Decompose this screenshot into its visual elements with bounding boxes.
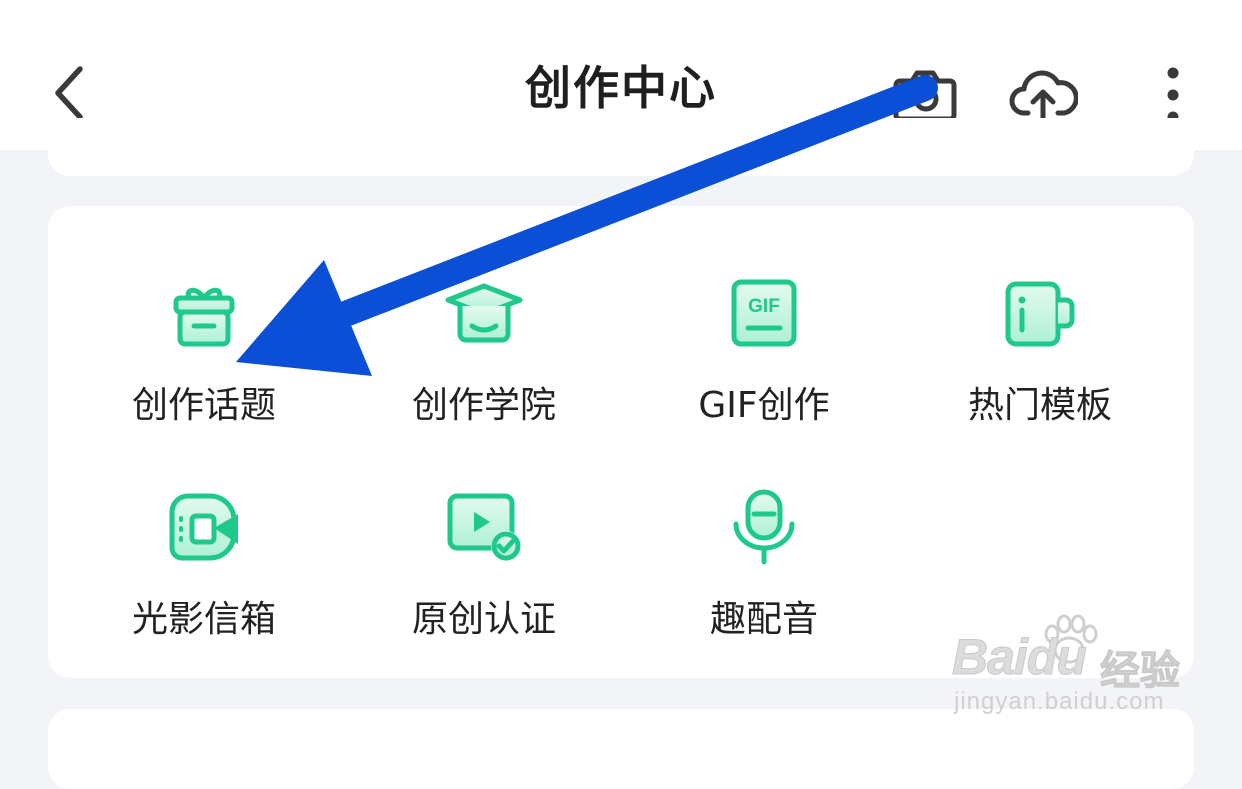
grid-item-light-mailbox[interactable]: 光影信箱 bbox=[84, 488, 324, 678]
baidu-watermark: Baidu 经验 jingyan.baidu.com bbox=[952, 612, 1192, 722]
gif-icon-text: GIF bbox=[748, 296, 780, 317]
grid-item-creation-academy[interactable]: 创作学院 bbox=[364, 274, 604, 464]
video-camera-icon bbox=[169, 493, 238, 561]
microphone-icon bbox=[733, 489, 795, 565]
mug-icon bbox=[1005, 281, 1075, 347]
grid-item-hot-templates[interactable]: 热门模板 bbox=[920, 274, 1160, 464]
grid-item-gif-creation[interactable]: GIF GIF创作 bbox=[644, 274, 884, 464]
grid-item-label: 创作话题 bbox=[131, 385, 276, 426]
upload-cloud-icon bbox=[1009, 70, 1078, 124]
grid-item-label: 热门模板 bbox=[967, 385, 1112, 426]
grid-item-label: GIF创作 bbox=[698, 385, 830, 426]
grid-item-creation-topic[interactable]: 创作话题 bbox=[84, 274, 324, 464]
top-card-remnant bbox=[48, 118, 1194, 176]
more-vertical-icon bbox=[1167, 67, 1179, 123]
grid-item-label: 光影信箱 bbox=[131, 599, 276, 640]
gift-box-icon bbox=[173, 287, 235, 347]
grid-item-fun-dubbing[interactable]: 趣配音 bbox=[644, 488, 884, 678]
grid-item-label: 创作学院 bbox=[411, 385, 556, 426]
watermark-brand: Baidu bbox=[952, 629, 1088, 686]
grid-item-label: 趣配音 bbox=[709, 599, 818, 640]
graduation-cap-icon bbox=[445, 283, 523, 343]
grid-item-original-certification[interactable]: 原创认证 bbox=[364, 488, 604, 678]
back-icon bbox=[55, 66, 83, 120]
video-verified-icon bbox=[447, 493, 521, 561]
feature-grid-card: 创作话题 创作学院 GIF GIF创作 热门模板 光影信箱 原创认证 趣配音 bbox=[48, 206, 1194, 678]
watermark-url: jingyan.baidu.com bbox=[954, 688, 1165, 715]
camera-icon bbox=[893, 70, 957, 122]
grid-item-label: 原创认证 bbox=[411, 599, 556, 640]
gif-icon: GIF bbox=[731, 279, 797, 347]
